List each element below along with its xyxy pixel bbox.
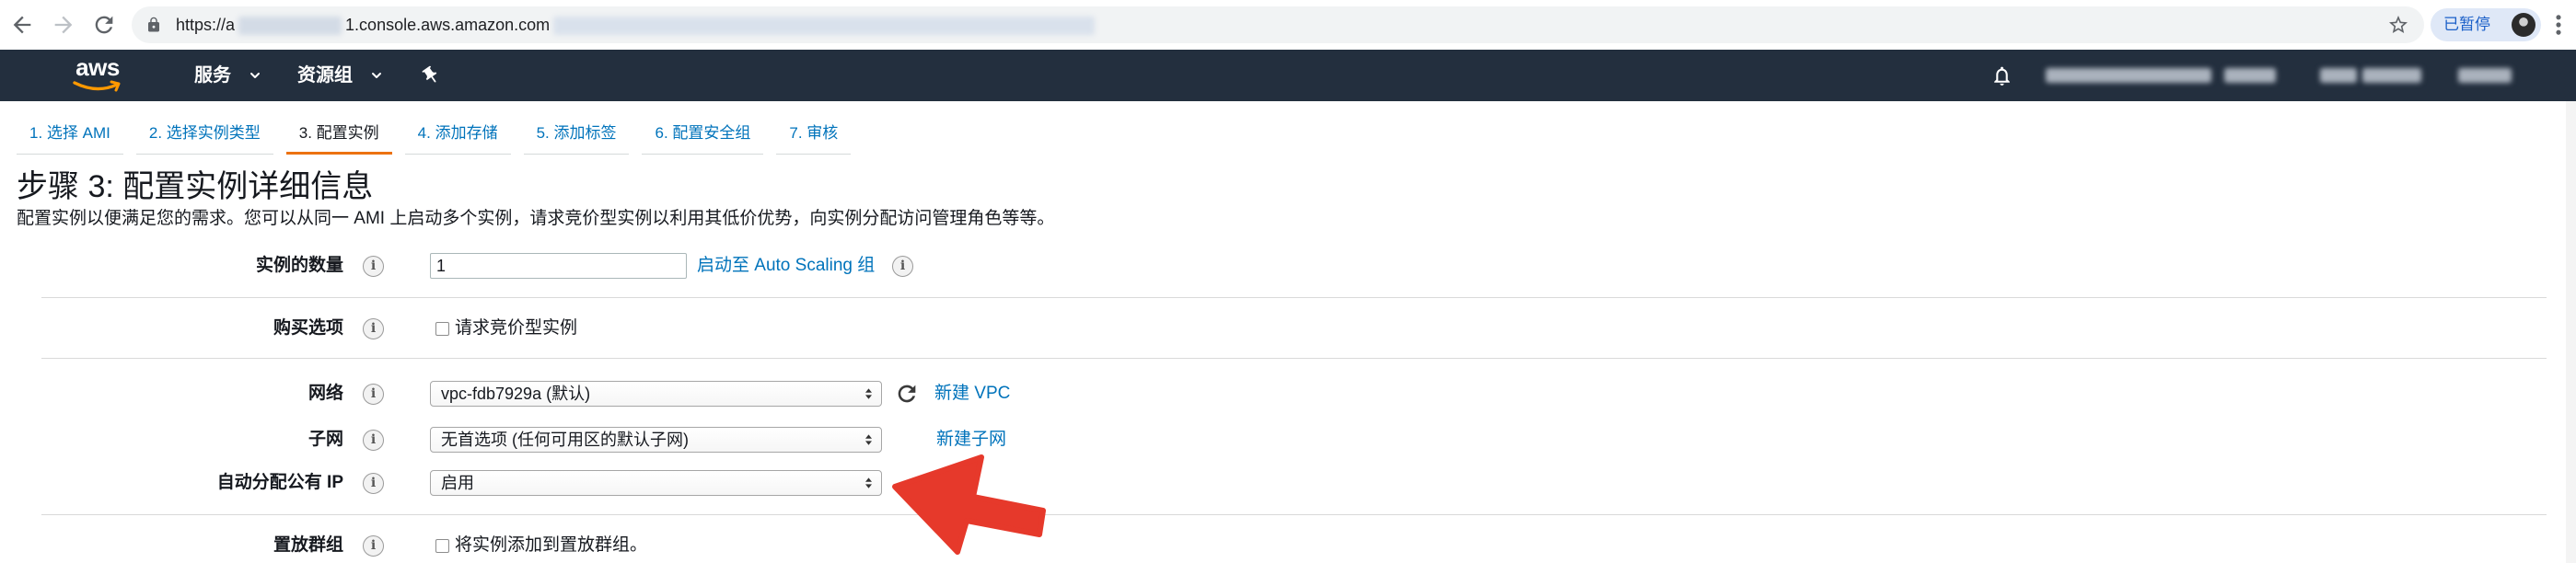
page-title: 步骤 3: 配置实例详细信息 — [17, 169, 374, 204]
select-arrows-icon — [864, 433, 873, 446]
info-icon[interactable]: i — [363, 473, 384, 494]
tab-configure-instance[interactable]: 3. 配置实例 — [286, 111, 392, 155]
url-host: 1.console.aws.amazon.com — [345, 16, 551, 34]
browser-toolbar: https://a 1.console.aws.amazon.com 已暂停 — [0, 0, 2576, 50]
form-row-purchase-option: 购买选项 i 请求竞价型实例 — [0, 314, 2576, 343]
info-icon[interactable]: i — [363, 535, 384, 557]
spot-instance-checkbox-label[interactable]: 请求竞价型实例 — [455, 314, 577, 343]
tab-choose-instance-type[interactable]: 2. 选择实例类型 — [136, 111, 273, 155]
redacted-account-info — [2046, 68, 2211, 83]
form-row-auto-assign-public-ip: 自动分配公有 IP i 启用 — [0, 468, 2576, 498]
subnet-select[interactable]: 无首选项 (任何可用区的默认子网) — [430, 427, 882, 453]
aws-top-nav: aws 服务 资源组 — [0, 50, 2576, 101]
placement-group-label: 置放群组 — [273, 535, 343, 555]
pin-icon[interactable] — [417, 62, 446, 90]
tab-choose-ami[interactable]: 1. 选择 AMI — [17, 111, 123, 155]
redacted-account-info — [2362, 68, 2421, 83]
auto-assign-public-ip-label: 自动分配公有 IP — [216, 473, 343, 492]
redacted-account-info — [2320, 68, 2357, 83]
form-row-placement-group: 置放群组 i 将实例添加到置放群组。 — [0, 531, 2576, 560]
url-text[interactable]: https://a 1.console.aws.amazon.com — [176, 6, 1096, 43]
resource-groups-menu[interactable]: 资源组 — [297, 50, 353, 101]
address-bar[interactable]: https://a 1.console.aws.amazon.com — [132, 6, 2424, 43]
divider — [41, 514, 2547, 515]
chevron-down-icon[interactable] — [369, 68, 384, 83]
form-row-network: 网络 i vpc-fdb7929a (默认) 新建 VPC — [0, 379, 2576, 408]
avatar — [2512, 13, 2535, 37]
redacted-url-segment — [238, 17, 342, 36]
spot-instance-checkbox[interactable] — [435, 322, 449, 336]
star-icon[interactable] — [2387, 14, 2409, 36]
tab-add-tags[interactable]: 5. 添加标签 — [524, 111, 630, 155]
services-menu[interactable]: 服务 — [194, 50, 231, 101]
auto-assign-public-ip-selected-value: 启用 — [441, 474, 474, 492]
network-label: 网络 — [307, 384, 343, 403]
launch-auto-scaling-link[interactable]: 启动至 Auto Scaling 组 — [697, 251, 875, 281]
divider — [41, 358, 2547, 359]
tab-review[interactable]: 7. 审核 — [776, 111, 851, 155]
scrollbar-track[interactable] — [2566, 101, 2576, 563]
lock-icon — [145, 17, 162, 33]
select-arrows-icon — [864, 387, 873, 400]
aws-logo-text: aws — [75, 53, 120, 81]
placement-group-checkbox-label[interactable]: 将实例添加到置放群组。 — [455, 531, 647, 560]
purchase-option-label: 购买选项 — [273, 318, 343, 338]
refresh-icon[interactable] — [894, 381, 920, 407]
bell-icon[interactable] — [1990, 64, 2013, 87]
instance-count-label: 实例的数量 — [255, 256, 343, 275]
redacted-account-info — [2224, 68, 2276, 83]
info-icon[interactable]: i — [363, 384, 384, 405]
select-arrows-icon — [864, 477, 873, 489]
more-vert-icon[interactable] — [2550, 12, 2567, 38]
network-selected-value: vpc-fdb7929a (默认) — [441, 385, 591, 403]
aws-logo[interactable]: aws — [70, 50, 125, 101]
forward-arrow-icon[interactable] — [51, 12, 76, 38]
tab-configure-security-group[interactable]: 6. 配置安全组 — [642, 111, 763, 155]
subnet-selected-value: 无首选项 (任何可用区的默认子网) — [441, 431, 689, 449]
page-description: 配置实例以便满足您的需求。您可以从同一 AMI 上启动多个实例，请求竞价型实例以… — [17, 209, 1055, 228]
aws-smile-icon — [73, 80, 121, 92]
reload-icon[interactable] — [91, 12, 117, 38]
chevron-down-icon[interactable] — [248, 68, 262, 83]
create-vpc-link[interactable]: 新建 VPC — [934, 379, 1010, 408]
profile-status-label: 已暂停 — [2443, 16, 2490, 33]
info-icon[interactable]: i — [363, 256, 384, 277]
create-subnet-link[interactable]: 新建子网 — [936, 425, 1006, 454]
back-arrow-icon[interactable] — [9, 12, 35, 38]
placement-group-checkbox[interactable] — [435, 539, 449, 553]
instance-count-input[interactable] — [430, 253, 687, 279]
wizard-steps: 1. 选择 AMI 2. 选择实例类型 3. 配置实例 4. 添加存储 5. 添… — [17, 111, 851, 155]
network-select[interactable]: vpc-fdb7929a (默认) — [430, 381, 882, 407]
redacted-url-segment — [553, 17, 1096, 36]
profile-button[interactable]: 已暂停 — [2431, 8, 2541, 41]
info-icon[interactable]: i — [363, 318, 384, 339]
subnet-label: 子网 — [307, 430, 343, 449]
info-icon[interactable]: i — [363, 430, 384, 451]
auto-assign-public-ip-select[interactable]: 启用 — [430, 470, 882, 496]
form-row-instance-count: 实例的数量 i 启动至 Auto Scaling 组 i — [0, 251, 2576, 281]
url-start: https://a — [176, 16, 236, 34]
form-row-subnet: 子网 i 无首选项 (任何可用区的默认子网) 新建子网 — [0, 425, 2576, 454]
info-icon[interactable]: i — [892, 256, 913, 277]
redacted-account-info — [2458, 68, 2512, 83]
divider — [41, 297, 2547, 298]
tab-add-storage[interactable]: 4. 添加存储 — [405, 111, 511, 155]
